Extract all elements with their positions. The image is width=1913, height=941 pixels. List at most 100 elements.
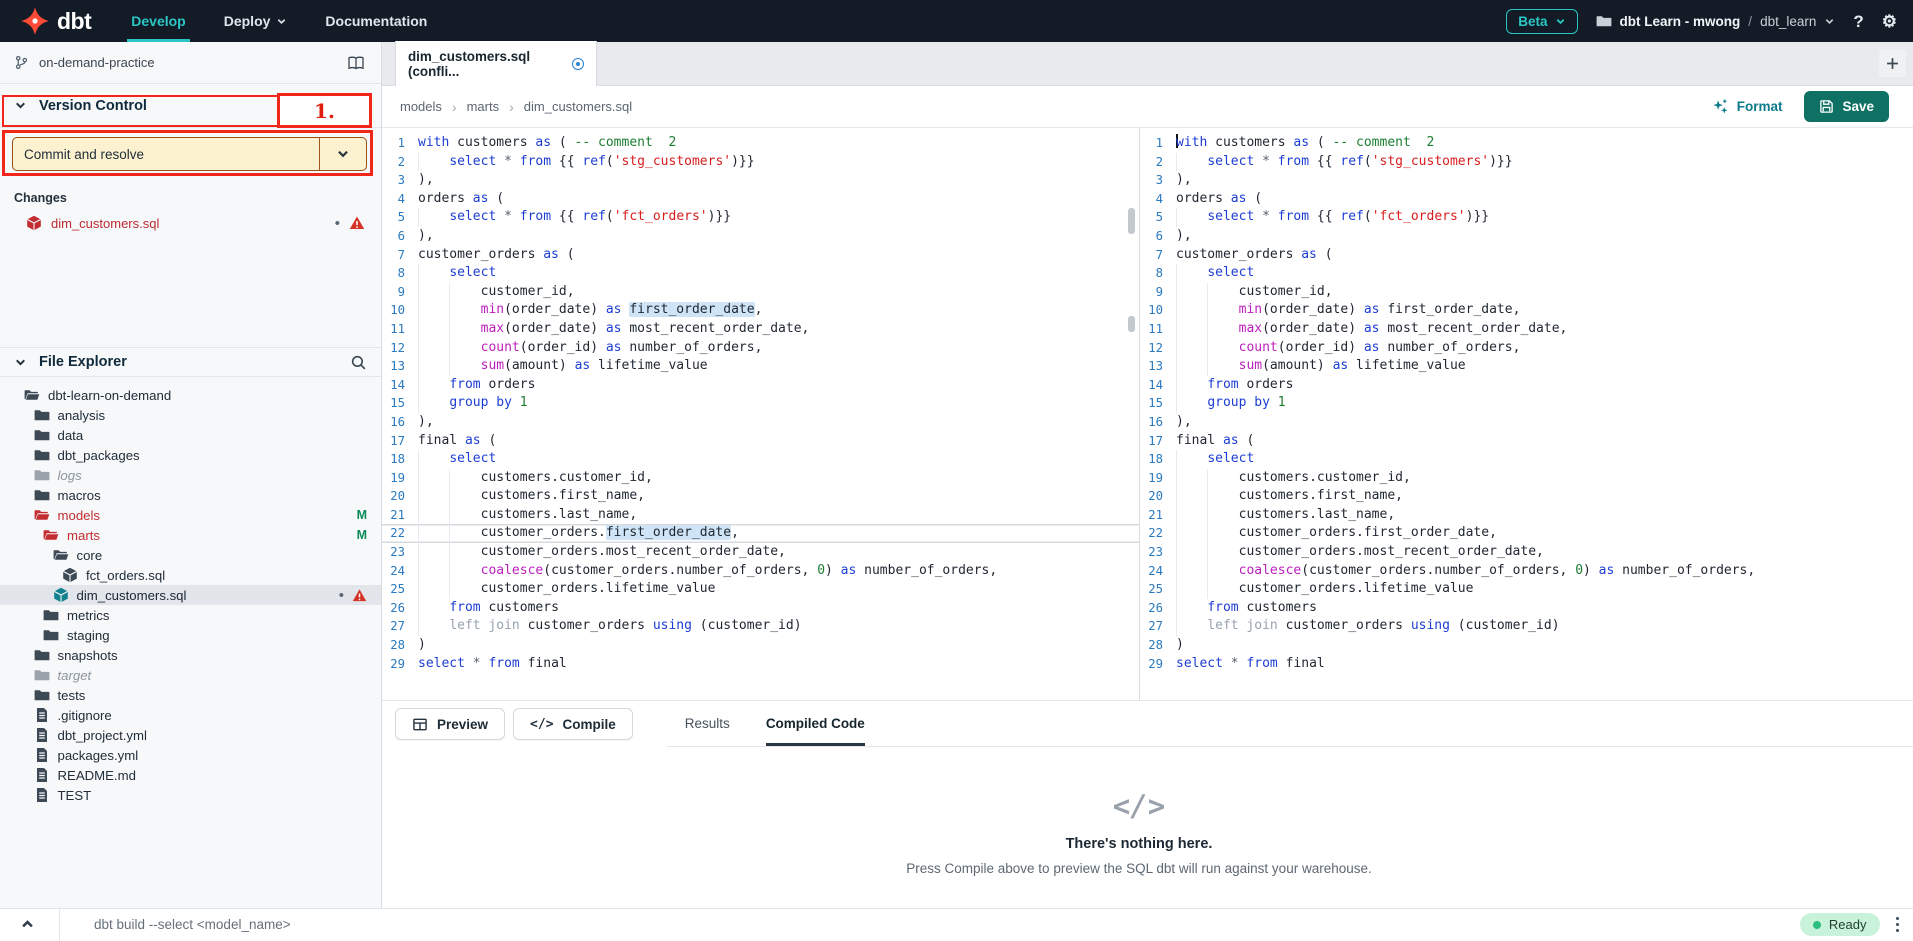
version-control-title: Version Control bbox=[39, 98, 147, 114]
search-icon[interactable] bbox=[350, 354, 367, 371]
line-number: 3 bbox=[1140, 171, 1176, 190]
code-pane-left[interactable]: 1with customers as ( -- comment 22 selec… bbox=[382, 128, 1139, 700]
nav-item-develop[interactable]: Develop bbox=[131, 0, 185, 42]
tree-item[interactable]: martsM bbox=[0, 525, 381, 545]
docs-book-icon[interactable] bbox=[347, 55, 365, 71]
kebab-menu-icon[interactable] bbox=[1896, 917, 1900, 933]
commit-and-resolve-button[interactable]: Commit and resolve bbox=[12, 137, 367, 171]
dbt-logo[interactable]: dbt bbox=[20, 6, 91, 36]
beta-dropdown[interactable]: Beta bbox=[1506, 9, 1577, 34]
line-number: 4 bbox=[1140, 190, 1176, 209]
modified-badge: M bbox=[357, 528, 367, 542]
model-icon bbox=[53, 587, 69, 603]
editor-area: dim_customers.sql (confli... models › mart… bbox=[382, 42, 1913, 908]
tree-item-name: dbt_packages bbox=[58, 448, 140, 463]
tree-item[interactable]: dim_customers.sql• bbox=[0, 585, 381, 605]
tree-item[interactable]: tests bbox=[0, 685, 381, 705]
code-line: 28) bbox=[1140, 636, 1896, 655]
code-line: 2 select * from {{ ref('stg_customers')}… bbox=[1140, 153, 1896, 172]
settings-gear-icon[interactable]: ⚙ bbox=[1882, 13, 1897, 30]
change-item[interactable]: dim_customers.sql• bbox=[0, 211, 381, 235]
commit-options-caret[interactable] bbox=[319, 138, 366, 170]
line-number: 14 bbox=[1140, 376, 1176, 395]
tree-item[interactable]: macros bbox=[0, 485, 381, 505]
editor-tab-dim-customers[interactable]: dim_customers.sql (confli... bbox=[395, 41, 597, 86]
code-line: 11 max(order_date) as most_recent_order_… bbox=[1140, 320, 1896, 339]
tree-item[interactable]: target bbox=[0, 665, 381, 685]
tree-item[interactable]: packages.yml bbox=[0, 745, 381, 765]
model-icon bbox=[62, 567, 78, 583]
code-line: 26 from customers bbox=[382, 599, 1139, 618]
breadcrumb-item[interactable]: models bbox=[400, 99, 442, 114]
tree-item-name: README.md bbox=[58, 768, 136, 783]
tree-item[interactable]: TEST bbox=[0, 785, 381, 805]
tree-item-name: data bbox=[58, 428, 84, 443]
scrollbar-mark[interactable] bbox=[1128, 316, 1135, 332]
account-selector[interactable]: dbt Learn - mwong / dbt_learn bbox=[1596, 13, 1836, 29]
tree-item[interactable]: fct_orders.sql bbox=[0, 565, 381, 585]
editor-tab-bar: dim_customers.sql (confli... bbox=[382, 42, 1913, 86]
code-line: 20 customers.first_name, bbox=[1140, 487, 1896, 506]
tree-item[interactable]: dbt_project.yml bbox=[0, 725, 381, 745]
tree-item[interactable]: core bbox=[0, 545, 381, 565]
code-line: 23 customer_orders.most_recent_order_dat… bbox=[1140, 543, 1896, 562]
breadcrumb-item[interactable]: marts bbox=[467, 99, 500, 114]
tree-item[interactable]: analysis bbox=[0, 405, 381, 425]
code-editor-split: 1with customers as ( -- comment 22 selec… bbox=[382, 128, 1913, 700]
empty-state-subtitle: Press Compile above to preview the SQL d… bbox=[382, 861, 1896, 876]
tree-item[interactable]: modelsM bbox=[0, 505, 381, 525]
code-pane-right[interactable]: 1with customers as ( -- comment 22 selec… bbox=[1139, 128, 1896, 700]
tab-compiled-code[interactable]: Compiled Code bbox=[766, 701, 865, 746]
breadcrumb-separator: › bbox=[452, 99, 457, 115]
command-input[interactable] bbox=[94, 917, 1800, 932]
code-line: 2 select * from {{ ref('stg_customers')}… bbox=[382, 153, 1139, 172]
line-number: 18 bbox=[1140, 450, 1176, 469]
code-icon: </> bbox=[530, 717, 553, 732]
breadcrumb-separator: › bbox=[509, 99, 514, 115]
format-button[interactable]: Format bbox=[1712, 98, 1783, 115]
tree-item[interactable]: staging bbox=[0, 625, 381, 645]
dbt-logo-icon bbox=[20, 6, 50, 36]
sidebar: on-demand-practice Version Control Commi… bbox=[0, 42, 382, 908]
line-number: 5 bbox=[1140, 208, 1176, 227]
folder-icon bbox=[34, 467, 50, 483]
nav-item-deploy[interactable]: Deploy bbox=[224, 0, 288, 42]
preview-button[interactable]: Preview bbox=[395, 708, 505, 740]
code-line: 8 select bbox=[1140, 264, 1896, 283]
tree-item[interactable]: .gitignore bbox=[0, 705, 381, 725]
tree-item[interactable]: logs bbox=[0, 465, 381, 485]
breadcrumb-item[interactable]: dim_customers.sql bbox=[524, 99, 632, 114]
tree-item[interactable]: dbt_packages bbox=[0, 445, 381, 465]
save-button[interactable]: Save bbox=[1804, 91, 1889, 122]
tree-item[interactable]: data bbox=[0, 425, 381, 445]
file-explorer-header[interactable]: File Explorer bbox=[0, 347, 381, 377]
line-number: 22 bbox=[382, 524, 418, 543]
line-number: 11 bbox=[382, 320, 418, 339]
code-line: 5 select * from {{ ref('fct_orders')}} bbox=[382, 208, 1139, 227]
new-tab-button[interactable] bbox=[1879, 50, 1906, 77]
code-line: 21 customers.last_name, bbox=[1140, 506, 1896, 525]
code-line: 15 group by 1 bbox=[382, 394, 1139, 413]
nav-item-documentation[interactable]: Documentation bbox=[325, 0, 427, 42]
tab-results[interactable]: Results bbox=[685, 701, 730, 746]
tree-item[interactable]: snapshots bbox=[0, 645, 381, 665]
chevron-down-icon bbox=[1555, 16, 1566, 27]
tree-item[interactable]: dbt-learn-on-demand bbox=[0, 385, 381, 405]
code-line: 8 select bbox=[382, 264, 1139, 283]
line-number: 8 bbox=[382, 264, 418, 283]
chevron-up-icon[interactable] bbox=[20, 917, 35, 932]
status-badge-ready[interactable]: Ready bbox=[1800, 913, 1880, 936]
tree-item[interactable]: metrics bbox=[0, 605, 381, 625]
scrollbar-mark[interactable] bbox=[1128, 208, 1135, 234]
branch-selector[interactable]: on-demand-practice bbox=[0, 42, 381, 84]
account-name: dbt Learn - mwong bbox=[1620, 14, 1741, 29]
line-number: 3 bbox=[382, 171, 418, 190]
tree-item-name: dbt-learn-on-demand bbox=[48, 388, 171, 403]
compile-button[interactable]: </> Compile bbox=[513, 708, 633, 740]
change-file-name: dim_customers.sql bbox=[51, 216, 159, 231]
help-icon[interactable]: ? bbox=[1853, 13, 1863, 30]
line-number: 1 bbox=[382, 134, 418, 153]
line-number: 19 bbox=[1140, 469, 1176, 488]
tree-item[interactable]: README.md bbox=[0, 765, 381, 785]
folder-icon bbox=[34, 667, 50, 683]
